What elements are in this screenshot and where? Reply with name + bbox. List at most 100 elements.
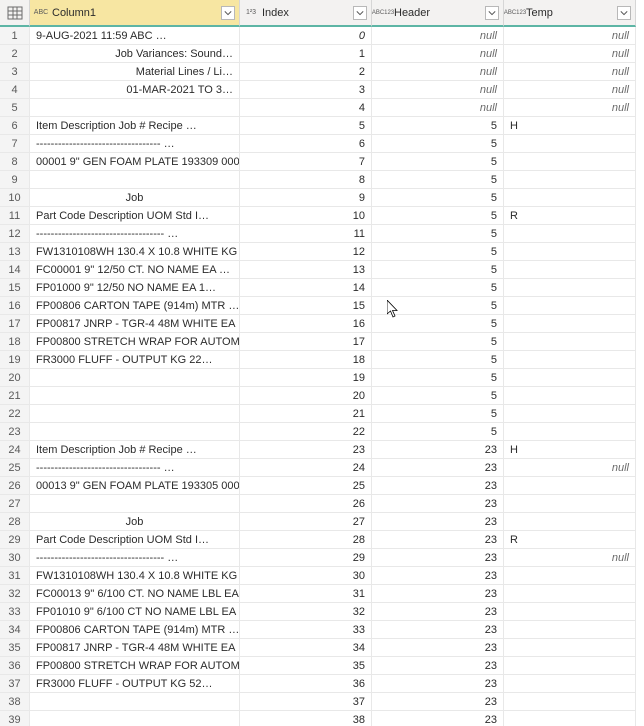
cell-temp[interactable] (504, 585, 636, 603)
cell-index[interactable]: 22 (240, 423, 372, 441)
cell-temp[interactable]: H (504, 117, 636, 135)
row-number[interactable]: 34 (0, 621, 30, 639)
cell-temp[interactable] (504, 423, 636, 441)
row-number[interactable]: 15 (0, 279, 30, 297)
cell-index[interactable]: 28 (240, 531, 372, 549)
cell-temp[interactable]: null (504, 99, 636, 117)
cell-header[interactable]: 23 (372, 567, 504, 585)
cell-temp[interactable] (504, 495, 636, 513)
cell-header[interactable]: 5 (372, 297, 504, 315)
cell-index[interactable]: 3 (240, 81, 372, 99)
cell-temp[interactable] (504, 693, 636, 711)
cell-column1[interactable]: FP00817 JNRP - TGR-4 48M WHITE EA … (30, 639, 240, 657)
row-number[interactable]: 9 (0, 171, 30, 189)
cell-temp[interactable]: R (504, 531, 636, 549)
cell-temp[interactable]: null (504, 45, 636, 63)
cell-index[interactable]: 24 (240, 459, 372, 477)
cell-header[interactable]: 23 (372, 621, 504, 639)
cell-temp[interactable] (504, 243, 636, 261)
cell-temp[interactable] (504, 279, 636, 297)
cell-header[interactable]: 5 (372, 405, 504, 423)
cell-index[interactable]: 6 (240, 135, 372, 153)
cell-column1[interactable] (30, 423, 240, 441)
cell-temp[interactable] (504, 261, 636, 279)
cell-index[interactable]: 26 (240, 495, 372, 513)
cell-index[interactable]: 2 (240, 63, 372, 81)
cell-index[interactable]: 38 (240, 711, 372, 726)
cell-header[interactable]: 5 (372, 207, 504, 225)
cell-temp[interactable] (504, 333, 636, 351)
cell-temp[interactable]: R (504, 207, 636, 225)
row-number[interactable]: 13 (0, 243, 30, 261)
cell-column1[interactable] (30, 495, 240, 513)
cell-index[interactable]: 18 (240, 351, 372, 369)
cell-temp[interactable] (504, 225, 636, 243)
cell-temp[interactable] (504, 639, 636, 657)
cell-temp[interactable] (504, 621, 636, 639)
cell-header[interactable]: 5 (372, 189, 504, 207)
column-header-index[interactable]: 1²3 Index (240, 0, 372, 27)
cell-temp[interactable] (504, 711, 636, 726)
row-number[interactable]: 33 (0, 603, 30, 621)
row-number[interactable]: 36 (0, 657, 30, 675)
cell-header[interactable]: 23 (372, 675, 504, 693)
cell-index[interactable]: 21 (240, 405, 372, 423)
column-header-column1[interactable]: ABC Column1 (30, 0, 240, 27)
cell-column1[interactable] (30, 99, 240, 117)
row-number[interactable]: 18 (0, 333, 30, 351)
cell-header[interactable]: 5 (372, 243, 504, 261)
cell-header[interactable]: 23 (372, 711, 504, 726)
cell-column1[interactable]: 00001 9" GEN FOAM PLATE 193309 000… (30, 153, 240, 171)
cell-header[interactable]: 5 (372, 315, 504, 333)
row-number[interactable]: 4 (0, 81, 30, 99)
cell-header[interactable]: 23 (372, 639, 504, 657)
cell-temp[interactable] (504, 135, 636, 153)
row-number[interactable]: 38 (0, 693, 30, 711)
row-number[interactable]: 21 (0, 387, 30, 405)
cell-header[interactable]: null (372, 27, 504, 45)
cell-column1[interactable]: Item Description Job # Recipe … (30, 441, 240, 459)
cell-index[interactable]: 36 (240, 675, 372, 693)
row-number[interactable]: 20 (0, 369, 30, 387)
cell-index[interactable]: 10 (240, 207, 372, 225)
cell-column1[interactable] (30, 711, 240, 726)
cell-column1[interactable]: 9-AUG-2021 11:59 ABC … (30, 27, 240, 45)
cell-index[interactable]: 20 (240, 387, 372, 405)
cell-temp[interactable] (504, 369, 636, 387)
cell-index[interactable]: 30 (240, 567, 372, 585)
cell-index[interactable]: 25 (240, 477, 372, 495)
row-number[interactable]: 14 (0, 261, 30, 279)
cell-column1[interactable]: FR3000 FLUFF - OUTPUT KG 22… (30, 351, 240, 369)
cell-index[interactable]: 5 (240, 117, 372, 135)
cell-header[interactable]: null (372, 63, 504, 81)
cell-column1[interactable]: FC00001 9" 12/50 CT. NO NAME EA … (30, 261, 240, 279)
cell-index[interactable]: 12 (240, 243, 372, 261)
row-number[interactable]: 25 (0, 459, 30, 477)
cell-column1[interactable]: Material Lines / Li… (30, 63, 240, 81)
cell-temp[interactable] (504, 189, 636, 207)
cell-index[interactable]: 35 (240, 657, 372, 675)
cell-temp[interactable]: null (504, 81, 636, 99)
column-filter-dropdown[interactable] (221, 6, 235, 20)
cell-index[interactable]: 11 (240, 225, 372, 243)
cell-temp[interactable] (504, 387, 636, 405)
cell-index[interactable]: 27 (240, 513, 372, 531)
cell-column1[interactable]: 01-MAR-2021 TO 3… (30, 81, 240, 99)
row-number[interactable]: 22 (0, 405, 30, 423)
cell-temp[interactable]: null (504, 549, 636, 567)
column-filter-dropdown[interactable] (353, 6, 367, 20)
row-number[interactable]: 17 (0, 315, 30, 333)
cell-header[interactable]: 23 (372, 513, 504, 531)
cell-column1[interactable]: FP00806 CARTON TAPE (914m) MTR … (30, 621, 240, 639)
row-number[interactable]: 5 (0, 99, 30, 117)
cell-column1[interactable] (30, 405, 240, 423)
cell-header[interactable]: null (372, 99, 504, 117)
row-number[interactable]: 19 (0, 351, 30, 369)
row-number[interactable]: 11 (0, 207, 30, 225)
cell-index[interactable]: 17 (240, 333, 372, 351)
cell-temp[interactable] (504, 567, 636, 585)
cell-column1[interactable]: FW1310108WH 130.4 X 10.8 WHITE KG … (30, 243, 240, 261)
cell-temp[interactable]: null (504, 27, 636, 45)
cell-index[interactable]: 16 (240, 315, 372, 333)
cell-column1[interactable]: FP00817 JNRP - TGR-4 48M WHITE EA … (30, 315, 240, 333)
